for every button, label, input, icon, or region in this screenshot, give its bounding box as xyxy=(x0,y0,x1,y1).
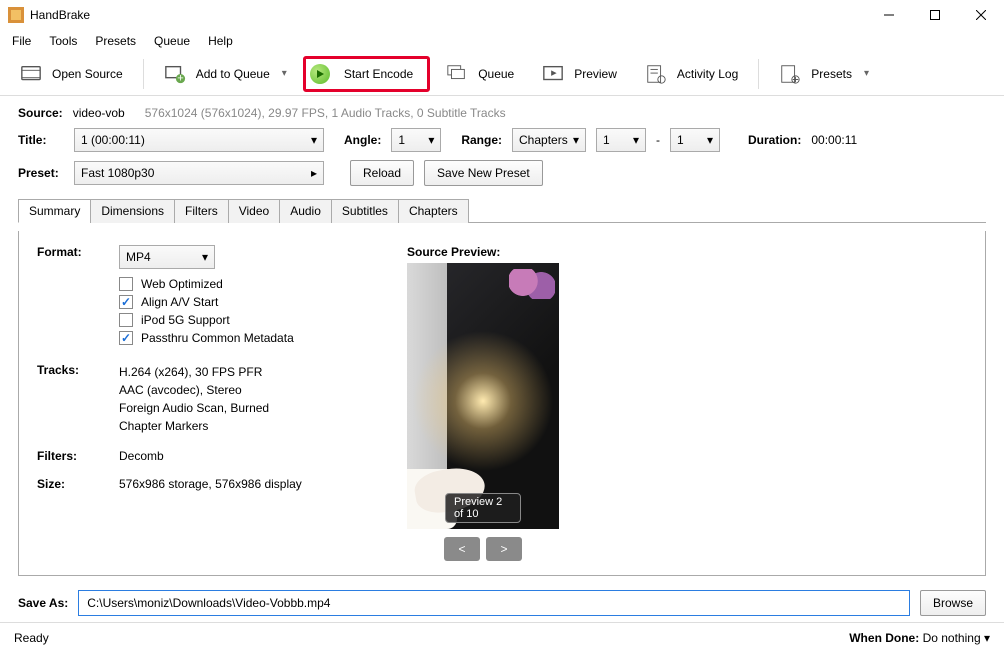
presets-icon xyxy=(779,63,801,85)
browse-button[interactable]: Browse xyxy=(920,590,986,616)
toolbar-divider xyxy=(143,59,144,89)
window-title: HandBrake xyxy=(30,8,866,22)
svg-text:+: + xyxy=(177,72,183,84)
chevron-down-icon: ▾ xyxy=(864,68,869,79)
maximize-button[interactable] xyxy=(912,0,958,30)
source-preview-image: Preview 2 of 10 xyxy=(407,263,559,529)
filters-value: Decomb xyxy=(119,449,164,463)
chevron-down-icon: ▾ xyxy=(707,133,713,147)
chevron-down-icon: ▾ xyxy=(202,250,208,264)
menubar: File Tools Presets Queue Help xyxy=(0,30,1004,52)
save-as-input[interactable] xyxy=(78,590,910,616)
menu-help[interactable]: Help xyxy=(200,32,241,50)
tabs: Summary Dimensions Filters Video Audio S… xyxy=(18,198,986,223)
activity-log-icon xyxy=(645,63,667,85)
title-select[interactable]: 1 (00:00:11)▾ xyxy=(74,128,324,152)
when-done-label: When Done: xyxy=(849,631,919,645)
chevron-down-icon: ▾ xyxy=(311,133,317,147)
add-to-queue-icon: + xyxy=(164,63,186,85)
chevron-down-icon: ▾ xyxy=(984,631,990,645)
status-text: Ready xyxy=(14,631,49,645)
activity-log-button[interactable]: Activity Log xyxy=(633,56,750,92)
angle-select[interactable]: 1▾ xyxy=(391,128,441,152)
range-label: Range: xyxy=(461,133,502,147)
chevron-right-icon: ▸ xyxy=(311,166,317,180)
preview-title: Source Preview: xyxy=(407,245,559,259)
save-as-label: Save As: xyxy=(18,596,68,610)
preview-counter: Preview 2 of 10 xyxy=(445,493,521,523)
queue-icon xyxy=(446,63,468,85)
when-done-select[interactable]: Do nothing ▾ xyxy=(923,631,990,645)
minimize-button[interactable] xyxy=(866,0,912,30)
title-label: Title: xyxy=(18,133,64,147)
filters-label: Filters: xyxy=(37,449,119,463)
tab-filters[interactable]: Filters xyxy=(174,199,229,223)
chevron-down-icon: ▾ xyxy=(573,133,579,147)
toolbar-divider xyxy=(758,59,759,89)
duration-value: 00:00:11 xyxy=(811,133,857,147)
close-button[interactable] xyxy=(958,0,1004,30)
queue-button[interactable]: Queue xyxy=(434,56,526,92)
format-select[interactable]: MP4▾ xyxy=(119,245,215,269)
tab-audio[interactable]: Audio xyxy=(279,199,332,223)
source-name: video-vob xyxy=(73,106,125,120)
preview-icon xyxy=(542,63,564,85)
save-new-preset-button[interactable]: Save New Preset xyxy=(424,160,543,186)
size-value: 576x986 storage, 576x986 display xyxy=(119,477,302,491)
open-source-icon xyxy=(20,63,42,85)
tab-body: Format: MP4▾ Web Optimized Align A/V Sta… xyxy=(18,231,986,576)
menu-tools[interactable]: Tools xyxy=(41,32,85,50)
preset-label: Preset: xyxy=(18,166,64,180)
tracks-label: Tracks: xyxy=(37,363,119,435)
passthru-checkbox[interactable] xyxy=(119,331,133,345)
menu-file[interactable]: File xyxy=(4,32,39,50)
play-icon xyxy=(310,64,330,84)
tab-dimensions[interactable]: Dimensions xyxy=(90,199,175,223)
preview-prev-button[interactable]: < xyxy=(444,537,480,561)
preview-button[interactable]: Preview xyxy=(530,56,629,92)
align-av-checkbox[interactable] xyxy=(119,295,133,309)
menu-presets[interactable]: Presets xyxy=(87,32,144,50)
add-to-queue-button[interactable]: + Add to Queue ▾ xyxy=(152,56,299,92)
toolbar: Open Source + Add to Queue ▾ Start Encod… xyxy=(0,52,1004,96)
open-source-button[interactable]: Open Source xyxy=(8,56,135,92)
tab-chapters[interactable]: Chapters xyxy=(398,199,469,223)
format-label: Format: xyxy=(37,245,119,349)
ipod-checkbox[interactable] xyxy=(119,313,133,327)
preview-next-button[interactable]: > xyxy=(486,537,522,561)
presets-button[interactable]: Presets ▾ xyxy=(767,56,881,92)
menu-queue[interactable]: Queue xyxy=(146,32,198,50)
tab-summary[interactable]: Summary xyxy=(18,199,91,223)
range-separator: - xyxy=(656,133,660,147)
range-type-select[interactable]: Chapters▾ xyxy=(512,128,586,152)
range-from-select[interactable]: 1▾ xyxy=(596,128,646,152)
tab-subtitles[interactable]: Subtitles xyxy=(331,199,399,223)
start-encode-button[interactable]: Start Encode xyxy=(303,56,430,92)
chevron-down-icon: ▾ xyxy=(282,68,287,79)
status-bar: Ready When Done: Do nothing ▾ xyxy=(0,622,1004,652)
source-label: Source: xyxy=(18,106,63,120)
tracks-info: H.264 (x264), 30 FPS PFR AAC (avcodec), … xyxy=(119,363,269,435)
app-logo-icon xyxy=(8,7,24,23)
range-to-select[interactable]: 1▾ xyxy=(670,128,720,152)
angle-label: Angle: xyxy=(344,133,381,147)
size-label: Size: xyxy=(37,477,119,491)
duration-label: Duration: xyxy=(748,133,801,147)
preset-select[interactable]: Fast 1080p30▸ xyxy=(74,161,324,185)
reload-button[interactable]: Reload xyxy=(350,160,414,186)
chevron-down-icon: ▾ xyxy=(428,133,434,147)
chevron-down-icon: ▾ xyxy=(633,133,639,147)
source-meta: 576x1024 (576x1024), 29.97 FPS, 1 Audio … xyxy=(145,106,506,120)
titlebar: HandBrake xyxy=(0,0,1004,30)
tab-video[interactable]: Video xyxy=(228,199,280,223)
web-optimized-checkbox[interactable] xyxy=(119,277,133,291)
